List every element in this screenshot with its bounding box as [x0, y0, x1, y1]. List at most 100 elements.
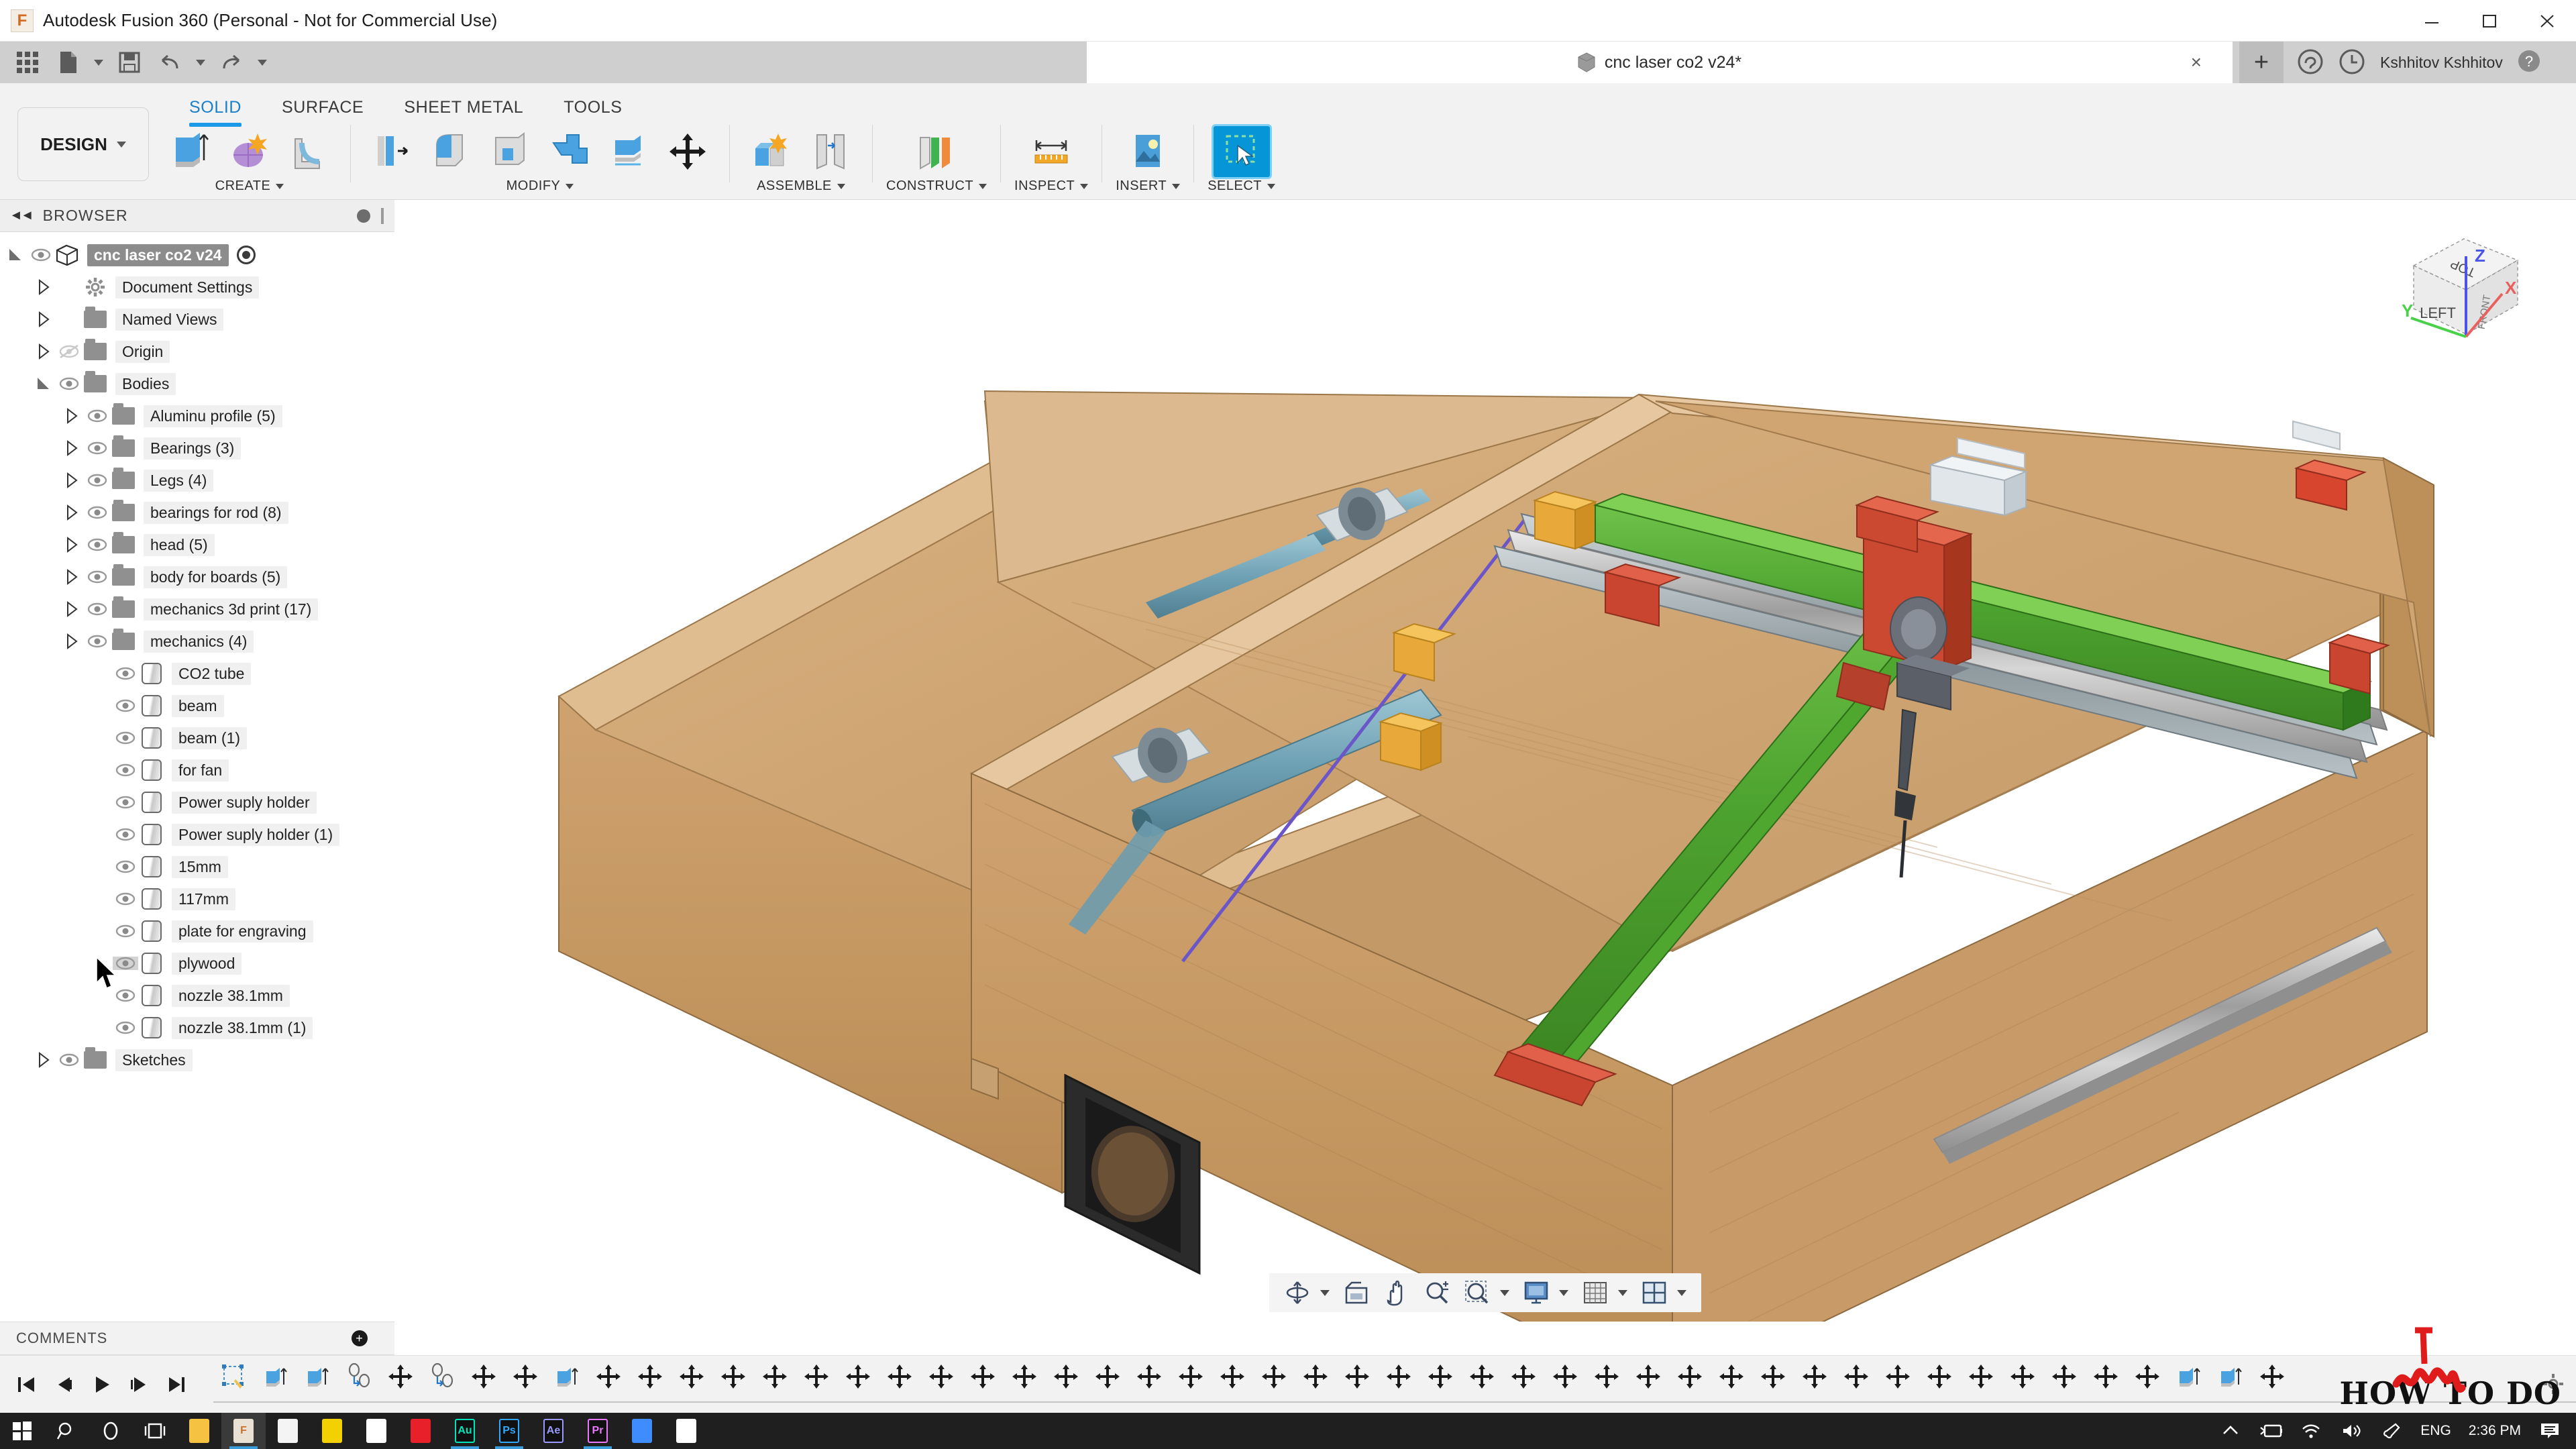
- chevron-down-icon[interactable]: [566, 184, 574, 189]
- timeline-feature-move-icon[interactable]: [1170, 1356, 1212, 1397]
- expand-arrow-icon[interactable]: [63, 536, 80, 553]
- timeline-feature-move-icon[interactable]: [2043, 1356, 2085, 1397]
- document-tab[interactable]: cnc laser co2 v24* ×: [1087, 42, 2233, 83]
- extrude-icon[interactable]: [162, 126, 219, 177]
- orbit-dropdown-icon[interactable]: [1320, 1290, 1330, 1296]
- browser-tree-item[interactable]: Origin: [0, 335, 394, 368]
- timeline-feature-move-icon[interactable]: [1336, 1356, 1378, 1397]
- offset-face-icon[interactable]: [600, 126, 657, 177]
- timeline-feature-move-icon[interactable]: [1378, 1356, 1419, 1397]
- clock-time[interactable]: 2:36 PM: [2469, 1423, 2521, 1439]
- timeline-feature-move-icon[interactable]: [671, 1356, 712, 1397]
- browser-tree-item[interactable]: nozzle 38.1mm (1): [0, 1012, 394, 1044]
- play-icon[interactable]: [90, 1373, 113, 1396]
- visibility-toggle-icon[interactable]: [85, 635, 110, 648]
- press-pull-icon[interactable]: [364, 126, 421, 177]
- browser-tree-item[interactable]: Named Views: [0, 303, 394, 335]
- browser-tree-item[interactable]: Legs (4): [0, 464, 394, 496]
- timeline-feature-move-icon[interactable]: [1295, 1356, 1336, 1397]
- timeline-feature-move-icon[interactable]: [1128, 1356, 1170, 1397]
- media-encoder-icon[interactable]: [620, 1413, 664, 1449]
- browser-tree-item[interactable]: plate for engraving: [0, 915, 394, 947]
- visibility-toggle-icon[interactable]: [85, 409, 110, 423]
- maximize-button[interactable]: [2461, 0, 2518, 42]
- timeline-feature-move-icon[interactable]: [796, 1356, 837, 1397]
- timeline-feature-move-icon[interactable]: [1752, 1356, 1794, 1397]
- timeline-feature-move-icon[interactable]: [1212, 1356, 1253, 1397]
- browser-tree-item[interactable]: Sketches: [0, 1044, 394, 1076]
- visibility-toggle-icon[interactable]: [85, 538, 110, 551]
- windows-start-icon[interactable]: [0, 1413, 44, 1449]
- new-file-icon[interactable]: [50, 46, 86, 79]
- visibility-toggle-icon[interactable]: [113, 892, 138, 906]
- store-icon[interactable]: [354, 1413, 398, 1449]
- timeline-feature-move-icon[interactable]: [1544, 1356, 1586, 1397]
- timeline-feature-extrude-icon[interactable]: [297, 1356, 338, 1397]
- browser-tree-item[interactable]: Power suply holder: [0, 786, 394, 818]
- visibility-toggle-icon[interactable]: [113, 860, 138, 873]
- browser-tree-item[interactable]: cnc laser co2 v24: [0, 239, 394, 271]
- zoom-window-icon[interactable]: [1460, 1276, 1495, 1309]
- browser-tree-item[interactable]: mechanics (4): [0, 625, 394, 657]
- combine-icon[interactable]: [541, 126, 598, 177]
- timeline-feature-move-icon[interactable]: [2085, 1356, 2127, 1397]
- timeline-feature-move-icon[interactable]: [1669, 1356, 1711, 1397]
- timeline-feature-extrude-icon[interactable]: [546, 1356, 588, 1397]
- insert-image-icon[interactable]: [1120, 126, 1176, 177]
- zoom-icon[interactable]: [1419, 1276, 1454, 1309]
- move-copy-icon[interactable]: [659, 126, 716, 177]
- browser-tree-item[interactable]: plywood: [0, 947, 394, 979]
- create-form-icon[interactable]: [221, 126, 278, 177]
- visibility-toggle-icon[interactable]: [28, 248, 54, 262]
- expand-arrow-icon[interactable]: [35, 278, 52, 296]
- display-settings-icon[interactable]: [1519, 1276, 1554, 1309]
- timeline-feature-move-icon[interactable]: [1627, 1356, 1669, 1397]
- visibility-toggle-icon[interactable]: [56, 377, 82, 390]
- minimize-button[interactable]: [2403, 0, 2461, 42]
- timeline-feature-move-icon[interactable]: [1586, 1356, 1627, 1397]
- timeline-feature-move-icon[interactable]: [380, 1356, 421, 1397]
- timeline-feature-move-icon[interactable]: [1004, 1356, 1045, 1397]
- visibility-toggle-icon[interactable]: [113, 796, 138, 809]
- add-comment-icon[interactable]: +: [352, 1330, 368, 1346]
- visibility-toggle-icon[interactable]: [113, 1021, 138, 1034]
- after-effects-icon[interactable]: Ae: [531, 1413, 576, 1449]
- visibility-toggle-icon[interactable]: [113, 957, 138, 970]
- timeline-feature-joint-icon[interactable]: [338, 1356, 380, 1397]
- visibility-toggle-icon[interactable]: [85, 506, 110, 519]
- chrome-icon[interactable]: [664, 1413, 708, 1449]
- timeline-feature-move-icon[interactable]: [1461, 1356, 1503, 1397]
- new-tab-button[interactable]: +: [2239, 42, 2284, 83]
- new-component-icon[interactable]: [743, 126, 800, 177]
- timeline-feature-move-icon[interactable]: [629, 1356, 671, 1397]
- timeline-feature-move-icon[interactable]: [2251, 1356, 2293, 1397]
- timeline-feature-move-icon[interactable]: [920, 1356, 962, 1397]
- timeline-feature-move-icon[interactable]: [463, 1356, 504, 1397]
- timeline-feature-move-icon[interactable]: [2127, 1356, 2168, 1397]
- action-center-icon[interactable]: [2538, 1419, 2561, 1442]
- task-view-icon[interactable]: [133, 1413, 177, 1449]
- visibility-toggle-icon[interactable]: [113, 763, 138, 777]
- viewports-dropdown-icon[interactable]: [1677, 1290, 1686, 1296]
- joint-icon[interactable]: [802, 126, 859, 177]
- chevron-down-icon[interactable]: [1267, 184, 1275, 189]
- timeline-feature-move-icon[interactable]: [1794, 1356, 1835, 1397]
- calculator-icon[interactable]: [266, 1413, 310, 1449]
- browser-tree-item[interactable]: Aluminu profile (5): [0, 400, 394, 432]
- zoom-window-dropdown-icon[interactable]: [1500, 1290, 1509, 1296]
- browser-tree-item[interactable]: bearings for rod (8): [0, 496, 394, 529]
- go-to-end-icon[interactable]: [165, 1373, 188, 1396]
- undo-dropdown-icon[interactable]: [192, 46, 209, 79]
- browser-tree-item[interactable]: nozzle 38.1mm: [0, 979, 394, 1012]
- visibility-toggle-icon[interactable]: [113, 731, 138, 745]
- visibility-toggle-icon[interactable]: [113, 989, 138, 1002]
- wifi-icon[interactable]: [2300, 1419, 2322, 1442]
- audition-icon[interactable]: Au: [443, 1413, 487, 1449]
- collapse-arrow-icon[interactable]: [35, 375, 52, 392]
- activate-component-radio[interactable]: [237, 246, 256, 264]
- language-indicator[interactable]: ENG: [2420, 1423, 2451, 1439]
- undo-icon[interactable]: [152, 46, 188, 79]
- pan-icon[interactable]: [1379, 1276, 1414, 1309]
- redo-icon[interactable]: [213, 46, 250, 79]
- expand-arrow-icon[interactable]: [35, 343, 52, 360]
